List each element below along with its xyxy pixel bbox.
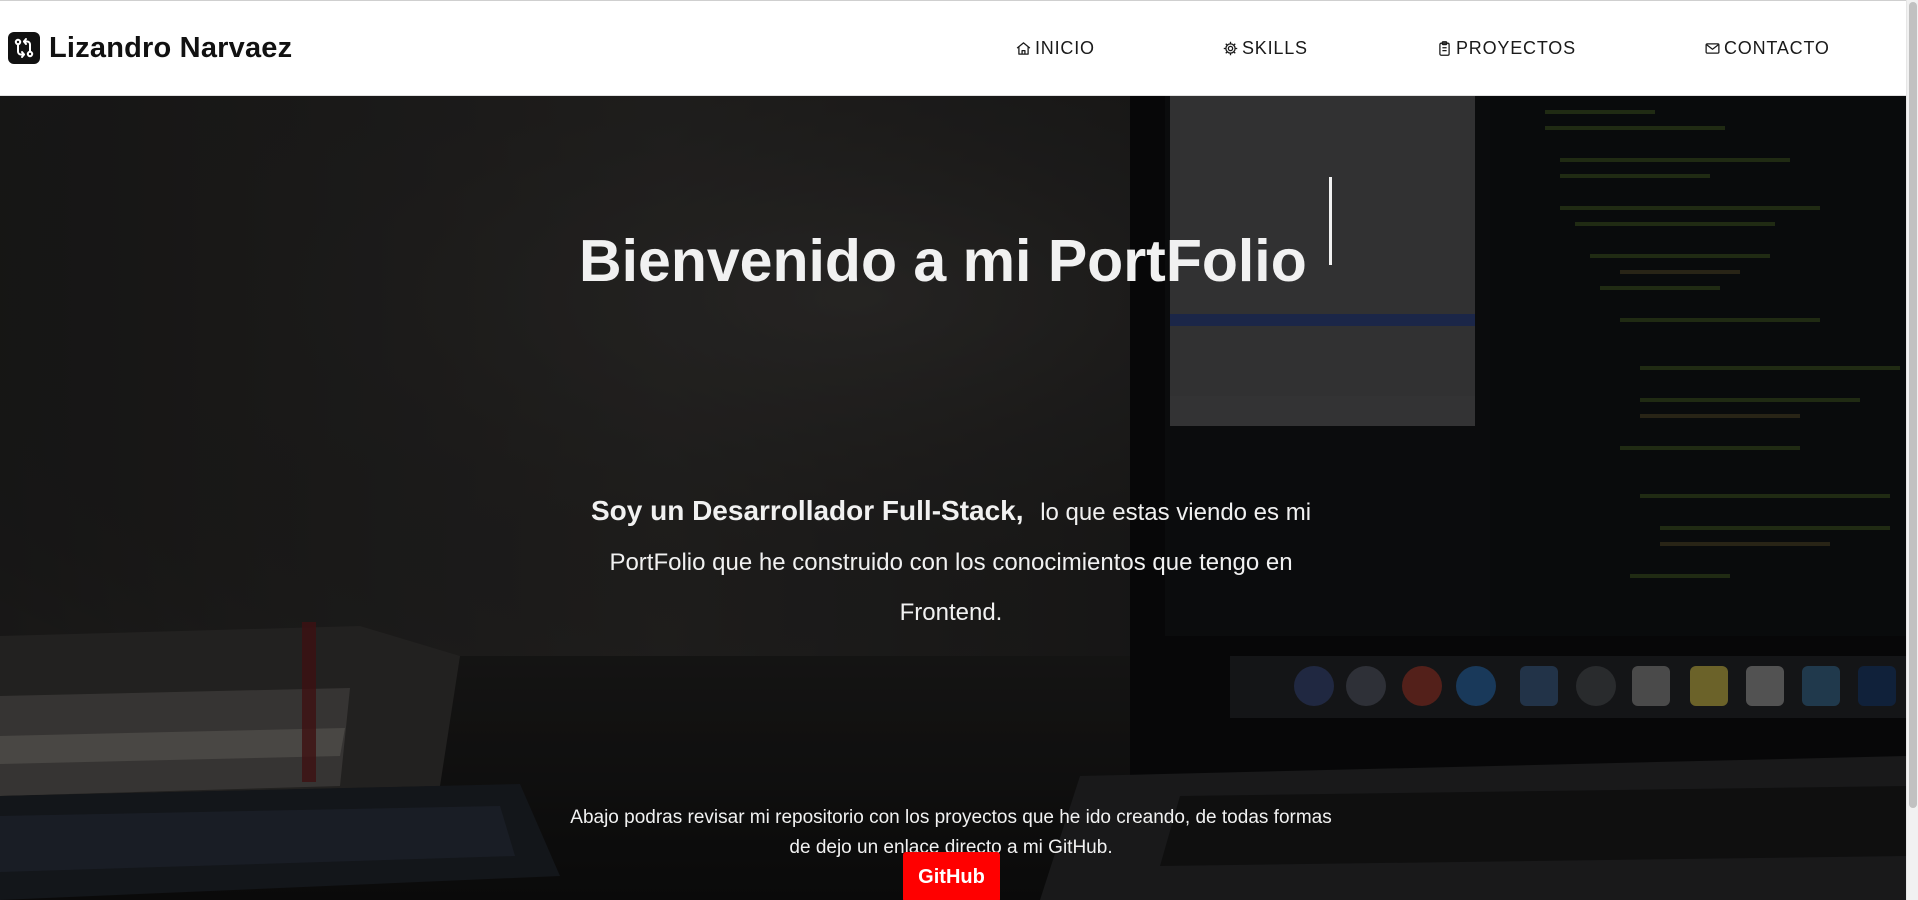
home-icon xyxy=(1016,41,1031,55)
hero-intro-bold: Soy un Desarrollador Full-Stack, xyxy=(590,495,1024,526)
nav-skills-label: SKILLS xyxy=(1242,37,1308,58)
brand-name: Lizandro Narvaez xyxy=(49,31,293,64)
nav-proyectos-label: PROYECTOS xyxy=(1456,37,1576,58)
navbar: Lizandro Narvaez INICIO SKILLS PROYECTOS… xyxy=(0,1,1906,96)
scrollbar-thumb[interactable] xyxy=(1909,2,1917,808)
clipboard-icon xyxy=(1439,40,1450,56)
typing-cursor xyxy=(1329,177,1332,265)
github-button[interactable]: GitHub xyxy=(903,852,1000,900)
nav-skills[interactable]: SKILLS xyxy=(1222,37,1308,59)
hero-title: Bienvenido a mi PortFolio xyxy=(579,227,1307,294)
brand[interactable]: Lizandro Narvaez xyxy=(8,31,292,65)
mail-icon xyxy=(1705,42,1720,54)
nav-contacto-label: CONTACTO xyxy=(1724,37,1830,58)
gear-icon xyxy=(1223,41,1238,55)
nav-contacto[interactable]: CONTACTO xyxy=(1704,37,1830,59)
hero-intro: Soy un Desarrollador Full-Stack, lo que … xyxy=(570,486,1332,638)
nav-inicio-label: INICIO xyxy=(1035,37,1095,58)
nav-inicio[interactable]: INICIO xyxy=(1015,37,1095,59)
page: Lizandro Narvaez INICIO SKILLS PROYECTOS… xyxy=(0,0,1918,900)
git-compare-icon xyxy=(8,32,40,64)
nav-proyectos[interactable]: PROYECTOS xyxy=(1436,37,1576,59)
hero-content: Bienvenido a mi PortFolio Soy un Desarro… xyxy=(0,96,1906,900)
hero-section: Bienvenido a mi PortFolio Soy un Desarro… xyxy=(0,96,1906,900)
scrollbar[interactable] xyxy=(1906,0,1918,900)
